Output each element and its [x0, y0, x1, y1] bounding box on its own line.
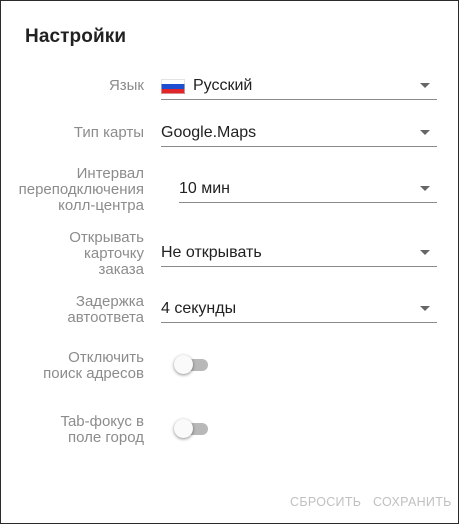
- autoresponse-delay-select[interactable]: 4 секунды: [161, 294, 437, 323]
- label-line: колл-центра: [58, 197, 144, 214]
- label-line: автоответа: [67, 309, 144, 326]
- autoresponse-delay-value: 4 секунды: [161, 300, 237, 317]
- dialog-title: Настройки: [25, 26, 127, 47]
- label-line: Tab-фокус в: [60, 413, 144, 430]
- autoresponse-delay-label: Задержка автоответа: [67, 294, 144, 326]
- label-line: переподключения: [18, 181, 144, 198]
- open-order-card-select[interactable]: Не открывать: [161, 238, 437, 267]
- label-line: Задержка: [75, 293, 144, 310]
- disable-address-search-label: Отключить поиск адресов: [43, 350, 144, 382]
- chevron-down-icon: [420, 83, 430, 88]
- disable-address-search-toggle[interactable]: [174, 354, 210, 376]
- save-button[interactable]: СОХРАНИТЬ: [373, 495, 452, 509]
- map-type-value: Google.Maps: [161, 124, 257, 141]
- map-type-label: Тип карты: [73, 124, 144, 141]
- call-center-interval-value: 10 мин: [179, 180, 231, 197]
- tab-focus-city-label: Tab-фокус в поле город: [60, 414, 144, 446]
- label-line: Интервал: [76, 165, 144, 182]
- tab-focus-city-toggle[interactable]: [174, 418, 210, 440]
- open-order-card-label: Открывать карточку заказа: [69, 230, 144, 278]
- label-line: Отключить: [68, 349, 144, 366]
- open-order-card-value: Не открывать: [161, 244, 262, 261]
- label-line: поле город: [68, 429, 144, 446]
- map-type-select[interactable]: Google.Maps: [161, 118, 437, 147]
- reset-button[interactable]: СБРОСИТЬ: [290, 495, 361, 509]
- chevron-down-icon: [420, 186, 430, 191]
- chevron-down-icon: [420, 130, 430, 135]
- label-line: Открывать: [69, 229, 144, 246]
- toggle-thumb: [174, 419, 193, 438]
- chevron-down-icon: [420, 250, 430, 255]
- russia-flag-icon: [161, 79, 185, 94]
- toggle-thumb: [174, 355, 193, 374]
- language-value: Русский: [193, 77, 253, 94]
- chevron-down-icon: [420, 306, 430, 311]
- label-line: заказа: [98, 261, 144, 278]
- language-label: Язык: [108, 77, 144, 94]
- call-center-interval-select[interactable]: 10 мин: [179, 174, 437, 203]
- label-line: карточку: [83, 245, 144, 262]
- call-center-interval-label: Интервал переподключения колл-центра: [19, 166, 144, 214]
- settings-dialog: Настройки Язык Русский Тип карты Google.…: [0, 0, 459, 524]
- language-select[interactable]: Русский: [161, 71, 437, 100]
- label-line: поиск адресов: [43, 365, 144, 382]
